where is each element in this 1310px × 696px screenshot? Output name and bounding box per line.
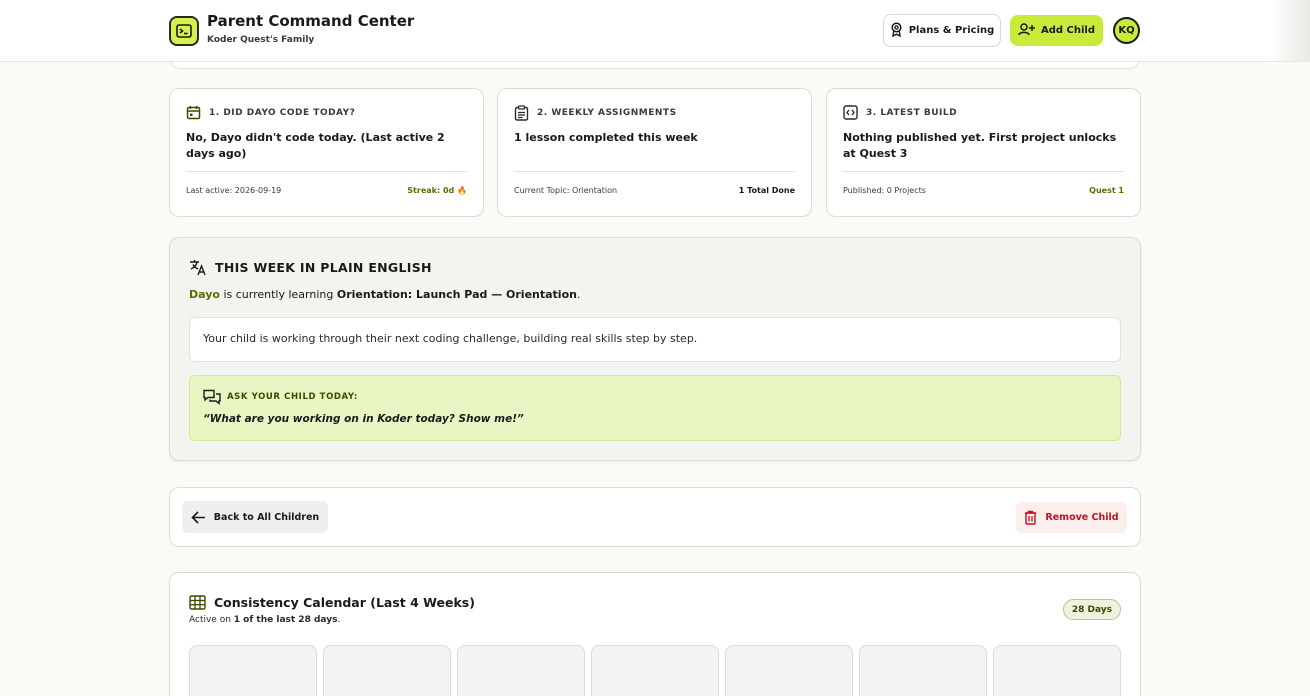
ask-child-box: ASK YOUR CHILD TODAY: “What are you work… bbox=[189, 375, 1121, 441]
family-name: Koder Quest's Family bbox=[207, 35, 315, 45]
calendar-day-cell bbox=[457, 645, 585, 696]
divider bbox=[514, 171, 795, 172]
metric-heading-row: 2. WEEKLY ASSIGNMENTS bbox=[514, 105, 677, 121]
add-child-label: Add Child bbox=[1040, 25, 1095, 36]
clipboard-icon bbox=[514, 105, 529, 121]
plain-english-panel: THIS WEEK IN PLAIN ENGLISH Dayo is curre… bbox=[169, 237, 1141, 461]
days-badge: 28 Days bbox=[1062, 599, 1121, 620]
progress-summary: Your child is working through their next… bbox=[189, 317, 1121, 362]
child-actions-bar: Back to All Children Remove Child bbox=[169, 487, 1141, 547]
streak-value: Streak: 0d 🔥 bbox=[407, 186, 467, 195]
calendar-day-cell bbox=[189, 645, 317, 696]
metric-foot-left: Last active: 2026-09-19 bbox=[186, 186, 282, 195]
calendar-day-cell bbox=[591, 645, 719, 696]
consistency-calendar: Consistency Calendar (Last 4 Weeks) Acti… bbox=[169, 572, 1141, 696]
calendar-icon bbox=[186, 106, 201, 120]
arrow-left-icon bbox=[191, 510, 205, 524]
metric-foot-left: Published: 0 Projects bbox=[843, 186, 926, 195]
award-icon bbox=[890, 21, 903, 40]
metric-heading: 2. WEEKLY ASSIGNMENTS bbox=[537, 108, 677, 118]
ask-question: “What are you working on in Koder today?… bbox=[203, 413, 524, 425]
total-done-value: 1 Total Done bbox=[738, 186, 795, 195]
divider bbox=[186, 171, 467, 172]
calendar-summary: Active on 1 of the last 28 days. bbox=[189, 615, 340, 625]
metric-card-coded-today: 1. DID DAYO CODE TODAY? No, Dayo didn't … bbox=[169, 88, 484, 217]
plans-pricing-label: Plans & Pricing bbox=[908, 25, 995, 36]
plans-pricing-button[interactable]: Plans & Pricing bbox=[883, 14, 1001, 47]
calendar-heading: Consistency Calendar (Last 4 Weeks) bbox=[214, 595, 475, 610]
terminal-icon bbox=[169, 16, 199, 46]
remove-child-button[interactable]: Remove Child bbox=[1016, 502, 1127, 533]
summary-suffix: . bbox=[337, 615, 341, 625]
user-plus-icon bbox=[1018, 22, 1035, 39]
avatar[interactable]: KQ bbox=[1113, 17, 1140, 44]
metric-heading-row: 3. LATEST BUILD bbox=[843, 105, 957, 120]
page-title: Parent Command Center bbox=[207, 12, 415, 30]
back-label: Back to All Children bbox=[213, 511, 320, 523]
metric-heading-row: 1. DID DAYO CODE TODAY? bbox=[186, 105, 355, 120]
summary-prefix: Active on bbox=[189, 615, 234, 625]
divider bbox=[843, 171, 1124, 172]
metric-foot-left: Current Topic: Orientation bbox=[514, 186, 618, 195]
plain-english-heading: THIS WEEK IN PLAIN ENGLISH bbox=[215, 259, 432, 275]
top-bar: Parent Command Center Koder Quest's Fami… bbox=[0, 0, 1310, 62]
metric-body: No, Dayo didn't code today. (Last active… bbox=[186, 131, 445, 160]
plain-english-heading-row: THIS WEEK IN PLAIN ENGLISH bbox=[189, 258, 432, 276]
metric-heading: 1. DID DAYO CODE TODAY? bbox=[209, 107, 356, 118]
calendar-day-cell bbox=[859, 645, 987, 696]
edge-shadow bbox=[1270, 0, 1310, 62]
ask-heading-row: ASK YOUR CHILD TODAY: bbox=[203, 389, 358, 405]
current-topic: Orientation: Launch Pad — Orientation bbox=[336, 288, 577, 301]
calendar-day-cell bbox=[323, 645, 451, 696]
remove-label: Remove Child bbox=[1045, 512, 1119, 523]
trash-icon bbox=[1025, 510, 1037, 525]
learning-text: is currently learning bbox=[219, 288, 337, 301]
back-to-all-children-button[interactable]: Back to All Children bbox=[182, 501, 328, 533]
code-icon bbox=[843, 105, 858, 120]
chat-icon bbox=[203, 389, 221, 405]
grid-icon bbox=[189, 595, 206, 610]
calendar-heading-row: Consistency Calendar (Last 4 Weeks) bbox=[189, 595, 475, 610]
metric-body: Nothing published yet. First project unl… bbox=[843, 131, 1117, 160]
period: . bbox=[576, 288, 581, 301]
metric-body: 1 lesson completed this week bbox=[514, 131, 698, 144]
calendar-day-row bbox=[189, 645, 1121, 696]
translate-icon bbox=[190, 260, 206, 276]
calendar-day-cell bbox=[993, 645, 1121, 696]
quest-value: Quest 1 bbox=[1089, 186, 1124, 195]
add-child-button[interactable]: Add Child bbox=[1010, 15, 1103, 46]
metric-heading: 3. LATEST BUILD bbox=[866, 107, 958, 118]
learning-summary: Dayo is currently learning Orientation: … bbox=[189, 288, 580, 301]
metric-card-latest-build: 3. LATEST BUILD Nothing published yet. F… bbox=[826, 88, 1141, 217]
active-days: 1 of the last 28 days bbox=[233, 615, 338, 625]
child-name[interactable]: Dayo bbox=[189, 288, 220, 301]
metric-card-weekly-assignments: 2. WEEKLY ASSIGNMENTS 1 lesson completed… bbox=[497, 88, 812, 217]
calendar-day-cell bbox=[725, 645, 853, 696]
ask-heading: ASK YOUR CHILD TODAY: bbox=[227, 392, 358, 402]
